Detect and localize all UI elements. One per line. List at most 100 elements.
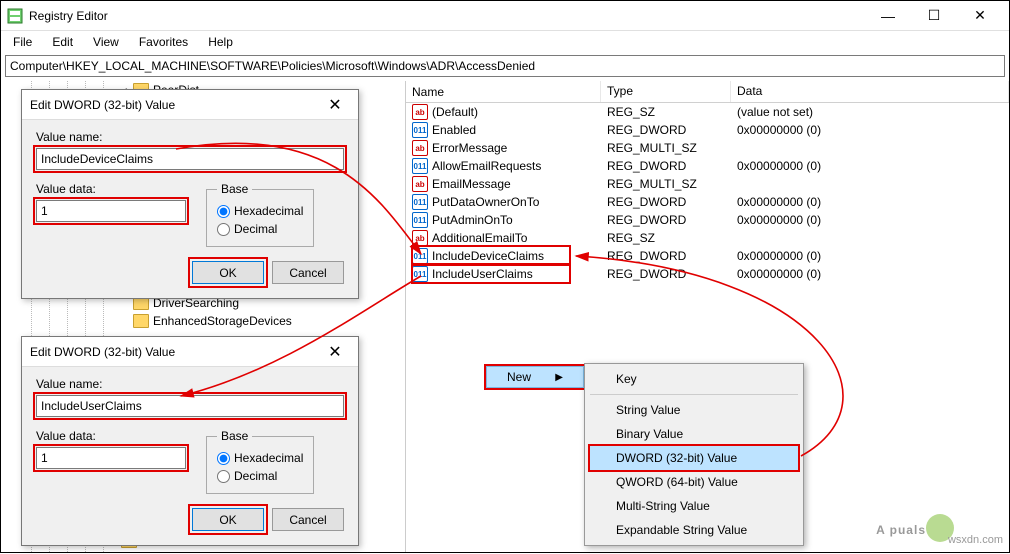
value-name: PutAdminOnTo — [432, 213, 513, 227]
context-item-expand[interactable]: Expandable String Value — [588, 518, 800, 542]
value-name: IncludeDeviceClaims — [432, 249, 544, 263]
value-data: 0x00000000 (0) — [731, 213, 1009, 227]
value-name: EmailMessage — [432, 177, 511, 191]
value-name: (Default) — [432, 105, 478, 119]
context-item-binary[interactable]: Binary Value — [588, 422, 800, 446]
column-data[interactable]: Data — [731, 81, 1009, 102]
dialog2-title: Edit DWORD (32-bit) Value — [30, 345, 320, 359]
dialog2-radio-hex[interactable] — [217, 452, 230, 465]
dialog1-radio-hex[interactable] — [217, 205, 230, 218]
window-controls: — ☐ ✕ — [865, 1, 1003, 31]
value-type-icon: ab — [412, 104, 428, 120]
value-name: IncludeUserClaims — [432, 267, 533, 281]
value-type: REG_DWORD — [601, 123, 731, 137]
dialog1-cancel-button[interactable]: Cancel — [272, 261, 344, 284]
context-item-multi[interactable]: Multi-String Value — [588, 494, 800, 518]
value-type: REG_DWORD — [601, 267, 731, 281]
titlebar: Registry Editor — ☐ ✕ — [1, 1, 1009, 31]
dialog1-value-name-label: Value name: — [36, 130, 344, 144]
value-type-icon: 011 — [412, 194, 428, 210]
tree-item[interactable]: EnhancedStorageDevices — [153, 314, 292, 328]
dialog2-value-data-input[interactable] — [36, 447, 186, 469]
list-row[interactable]: 011 IncludeDeviceClaims REG_DWORD0x0000000… — [406, 247, 1009, 265]
close-button[interactable]: ✕ — [957, 1, 1003, 31]
value-type: REG_DWORD — [601, 159, 731, 173]
regedit-icon — [7, 8, 23, 24]
dialog1-ok-button[interactable]: OK — [192, 261, 264, 284]
edit-dword-dialog-1: Edit DWORD (32-bit) Value ✕ Value name: … — [21, 89, 359, 299]
list-row[interactable]: 011 AllowEmailRequests REG_DWORD0x00000000… — [406, 157, 1009, 175]
value-type-icon: 011 — [412, 158, 428, 174]
appuals-logo: A puals — [876, 514, 954, 542]
maximize-button[interactable]: ☐ — [911, 1, 957, 31]
value-type-icon: ab — [412, 140, 428, 156]
dialog1-value-data-label: Value data: — [36, 182, 186, 196]
dialog1-value-name-input[interactable] — [36, 148, 344, 170]
value-type: REG_MULTI_SZ — [601, 177, 731, 191]
address-bar[interactable]: Computer\HKEY_LOCAL_MACHINE\SOFTWARE\Pol… — [5, 55, 1005, 77]
context-item-key[interactable]: Key — [588, 367, 800, 391]
value-type: REG_DWORD — [601, 195, 731, 209]
value-name: AdditionalEmailTo — [432, 231, 527, 245]
value-data: 0x00000000 (0) — [731, 159, 1009, 173]
value-name: ErrorMessage — [432, 141, 507, 155]
list-row[interactable]: ab EmailMessage REG_MULTI_SZ — [406, 175, 1009, 193]
value-type-icon: 011 — [412, 248, 428, 264]
value-type: REG_SZ — [601, 105, 731, 119]
value-type-icon: 011 — [412, 266, 428, 282]
edit-dword-dialog-2: Edit DWORD (32-bit) Value ✕ Value name: … — [21, 336, 359, 546]
value-type-icon: 011 — [412, 122, 428, 138]
value-data: 0x00000000 (0) — [731, 123, 1009, 137]
dialog1-close-icon[interactable]: ✕ — [320, 95, 350, 115]
dialog2-cancel-button[interactable]: Cancel — [272, 508, 344, 531]
list-header: Name Type Data — [406, 81, 1009, 103]
dialog1-value-data-input[interactable] — [36, 200, 186, 222]
window-title: Registry Editor — [29, 9, 865, 23]
context-new-item[interactable]: New ▶ — [486, 366, 584, 388]
menu-help[interactable]: Help — [200, 33, 241, 51]
list-row[interactable]: 011 PutDataOwnerOnTo REG_DWORD0x00000000 (… — [406, 193, 1009, 211]
value-type-icon: ab — [412, 176, 428, 192]
list-row[interactable]: 011 Enabled REG_DWORD0x00000000 (0) — [406, 121, 1009, 139]
list-row[interactable]: ab (Default) REG_SZ(value not set) — [406, 103, 1009, 121]
dialog2-ok-button[interactable]: OK — [192, 508, 264, 531]
context-menu-new: Key String Value Binary Value DWORD (32-… — [584, 363, 804, 546]
value-name: PutDataOwnerOnTo — [432, 195, 539, 209]
dialog2-value-name-input[interactable] — [36, 395, 344, 417]
value-type: REG_DWORD — [601, 213, 731, 227]
dialog2-value-data-label: Value data: — [36, 429, 186, 443]
menu-favorites[interactable]: Favorites — [131, 33, 196, 51]
list-row[interactable]: abErrorMessageREG_MULTI_SZ — [406, 139, 1009, 157]
chevron-right-icon: ▶ — [555, 372, 563, 383]
watermark: wsxdn.com — [948, 534, 1003, 546]
value-type: REG_DWORD — [601, 249, 731, 263]
dialog2-radio-dec[interactable] — [217, 470, 230, 483]
context-item-qword[interactable]: QWORD (64-bit) Value — [588, 470, 800, 494]
value-name: AllowEmailRequests — [432, 159, 541, 173]
value-type: REG_SZ — [601, 231, 731, 245]
context-item-string[interactable]: String Value — [588, 398, 800, 422]
value-data: 0x00000000 (0) — [731, 267, 1009, 281]
value-data: 0x00000000 (0) — [731, 195, 1009, 209]
dialog2-base-group: Base Hexadecimal Decimal — [206, 429, 314, 494]
value-type-icon: 011 — [412, 212, 428, 228]
value-data: (value not set) — [731, 105, 1009, 119]
value-name: Enabled — [432, 123, 476, 137]
menu-view[interactable]: View — [85, 33, 127, 51]
dialog1-title: Edit DWORD (32-bit) Value — [30, 98, 320, 112]
list-row[interactable]: 011 IncludeUserClaims REG_DWORD0x00000000 … — [406, 265, 1009, 283]
menu-edit[interactable]: Edit — [44, 33, 81, 51]
list-row[interactable]: 011 PutAdminOnTo REG_DWORD0x00000000 (0) — [406, 211, 1009, 229]
dialog1-base-group: Base Hexadecimal Decimal — [206, 182, 314, 247]
value-type-icon: ab — [412, 230, 428, 246]
menu-file[interactable]: File — [5, 33, 40, 51]
list-row[interactable]: ab AdditionalEmailTo REG_SZ — [406, 229, 1009, 247]
column-name[interactable]: Name — [406, 81, 601, 102]
dialog2-close-icon[interactable]: ✕ — [320, 342, 350, 362]
value-data: 0x00000000 (0) — [731, 249, 1009, 263]
menubar: File Edit View Favorites Help — [1, 31, 1009, 53]
context-item-dword[interactable]: DWORD (32-bit) Value — [588, 446, 800, 470]
minimize-button[interactable]: — — [865, 1, 911, 31]
dialog1-radio-dec[interactable] — [217, 223, 230, 236]
column-type[interactable]: Type — [601, 81, 731, 102]
